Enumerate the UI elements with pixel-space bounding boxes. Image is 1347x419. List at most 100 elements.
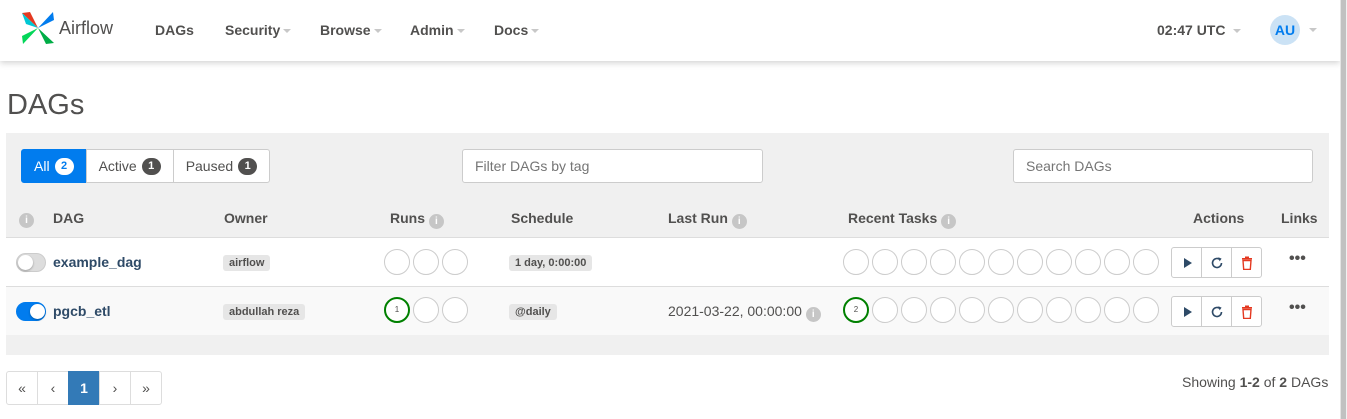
user-avatar[interactable]: AU xyxy=(1270,15,1300,45)
toggle-knob xyxy=(18,255,33,270)
dag-link[interactable]: pgcb_etl xyxy=(53,303,111,319)
info-icon: i xyxy=(731,214,747,229)
run-state-circle[interactable] xyxy=(384,249,410,275)
task-state-circle[interactable] xyxy=(1046,297,1072,323)
task-state-circle[interactable] xyxy=(1133,249,1159,275)
run-state-circle[interactable] xyxy=(413,249,439,275)
task-state-circle[interactable] xyxy=(930,297,956,323)
header-dag[interactable]: DAG xyxy=(53,210,84,226)
chevron-down-icon xyxy=(283,29,292,34)
task-state-circle[interactable] xyxy=(1104,297,1130,323)
task-state-circle[interactable] xyxy=(1104,249,1130,275)
run-state-circle-success[interactable]: 1 xyxy=(384,297,410,323)
showing-of: of xyxy=(1259,374,1280,390)
showing-suffix: DAGs xyxy=(1287,374,1329,390)
links-menu-icon[interactable]: ••• xyxy=(1289,299,1306,317)
schedule-label[interactable]: 1 day, 0:00:00 xyxy=(509,255,593,271)
delete-dag-button[interactable] xyxy=(1231,247,1262,278)
filter-paused-label: Paused xyxy=(185,158,234,174)
links-menu-icon[interactable]: ••• xyxy=(1289,250,1306,268)
header-runs: Runs i xyxy=(390,210,444,229)
filter-paused-count: 1 xyxy=(238,157,258,175)
nav-security-label: Security xyxy=(225,22,281,38)
showing-range: 1-2 xyxy=(1239,374,1260,390)
actions-group xyxy=(1171,296,1262,327)
page-first-button[interactable]: « xyxy=(6,371,38,405)
task-state-circle[interactable] xyxy=(1075,249,1101,275)
page-title: DAGs xyxy=(7,89,85,121)
filter-all-button[interactable]: All 2 xyxy=(21,149,87,183)
table-row: pgcb_etl abdullah reza 1 @daily 2021-03-… xyxy=(6,286,1329,335)
schedule-label[interactable]: @daily xyxy=(509,304,557,320)
task-state-circle-success[interactable]: 2 xyxy=(843,297,869,323)
page-current-button[interactable]: 1 xyxy=(68,371,100,405)
refresh-icon xyxy=(1211,305,1222,317)
timezone-dropdown[interactable]: 02:47 UTC xyxy=(1157,22,1242,38)
task-state-circle[interactable] xyxy=(930,249,956,275)
nav-docs[interactable]: Docs xyxy=(494,22,540,38)
task-state-circle[interactable] xyxy=(1017,297,1043,323)
dag-pause-toggle[interactable] xyxy=(16,302,46,321)
run-state-circle[interactable] xyxy=(442,297,468,323)
info-icon[interactable]: i xyxy=(805,307,821,322)
brand-name[interactable]: Airflow xyxy=(59,18,113,39)
task-state-circle[interactable] xyxy=(872,297,898,323)
refresh-dag-button[interactable] xyxy=(1201,296,1232,327)
nav-admin[interactable]: Admin xyxy=(410,22,465,38)
owner-label[interactable]: abdullah reza xyxy=(223,304,306,320)
info-icon: i xyxy=(941,214,957,229)
trigger-dag-button[interactable] xyxy=(1171,247,1202,278)
tag-filter-input[interactable] xyxy=(462,149,763,183)
showing-count: Showing 1-2 of 2 DAGs xyxy=(1182,374,1328,390)
task-state-circle[interactable] xyxy=(843,249,869,275)
trash-icon xyxy=(1241,256,1252,270)
run-state-circle[interactable] xyxy=(413,297,439,323)
owner-label[interactable]: airflow xyxy=(223,255,271,271)
play-icon xyxy=(1183,306,1192,317)
task-state-circle[interactable] xyxy=(988,249,1014,275)
run-state-circle[interactable] xyxy=(442,249,468,275)
status-filter-group: All 2 Active 1 Paused 1 xyxy=(21,149,271,183)
chevron-down-icon[interactable] xyxy=(1309,28,1317,32)
filter-paused-button[interactable]: Paused 1 xyxy=(172,149,271,183)
task-state-circle[interactable] xyxy=(959,249,985,275)
task-state-circle[interactable] xyxy=(872,249,898,275)
task-state-circle[interactable] xyxy=(1017,249,1043,275)
nav-browse[interactable]: Browse xyxy=(320,22,382,38)
page-last-button[interactable]: » xyxy=(130,371,162,405)
info-icon: i xyxy=(19,213,34,228)
filter-active-count: 1 xyxy=(141,157,161,175)
task-state-circle[interactable] xyxy=(1133,297,1159,323)
dag-pause-toggle[interactable] xyxy=(16,253,46,272)
task-state-circle[interactable] xyxy=(1046,249,1072,275)
chevron-down-icon xyxy=(1233,29,1242,34)
task-state-circle[interactable] xyxy=(959,297,985,323)
task-state-circle[interactable] xyxy=(901,249,927,275)
delete-dag-button[interactable] xyxy=(1231,296,1262,327)
showing-prefix: Showing xyxy=(1182,374,1240,390)
scrollbar-thumb[interactable] xyxy=(1341,0,1346,419)
chevron-down-icon xyxy=(373,29,382,34)
filter-active-button[interactable]: Active 1 xyxy=(85,149,174,183)
nav-security[interactable]: Security xyxy=(225,22,292,38)
task-state-circle[interactable] xyxy=(901,297,927,323)
header-links: Links xyxy=(1281,210,1318,226)
header-schedule: Schedule xyxy=(511,210,574,226)
task-state-circle[interactable] xyxy=(988,297,1014,323)
dag-link[interactable]: example_dag xyxy=(53,254,142,270)
airflow-logo-icon[interactable] xyxy=(20,10,56,51)
header-owner[interactable]: Owner xyxy=(224,210,268,226)
filter-all-label: All xyxy=(34,158,50,174)
trigger-dag-button[interactable] xyxy=(1171,296,1202,327)
clock-time: 02:47 UTC xyxy=(1157,22,1226,38)
last-run-date[interactable]: 2021-03-22, 00:00:00 xyxy=(668,303,802,319)
nav-dags[interactable]: DAGs xyxy=(155,22,194,38)
header-last-run: Last Run i xyxy=(668,210,747,229)
page-next-button[interactable]: › xyxy=(99,371,131,405)
filter-active-label: Active xyxy=(98,158,137,174)
chevron-down-icon xyxy=(531,29,540,34)
refresh-dag-button[interactable] xyxy=(1201,247,1232,278)
search-dags-input[interactable] xyxy=(1013,149,1313,183)
page-prev-button[interactable]: ‹ xyxy=(37,371,69,405)
task-state-circle[interactable] xyxy=(1075,297,1101,323)
